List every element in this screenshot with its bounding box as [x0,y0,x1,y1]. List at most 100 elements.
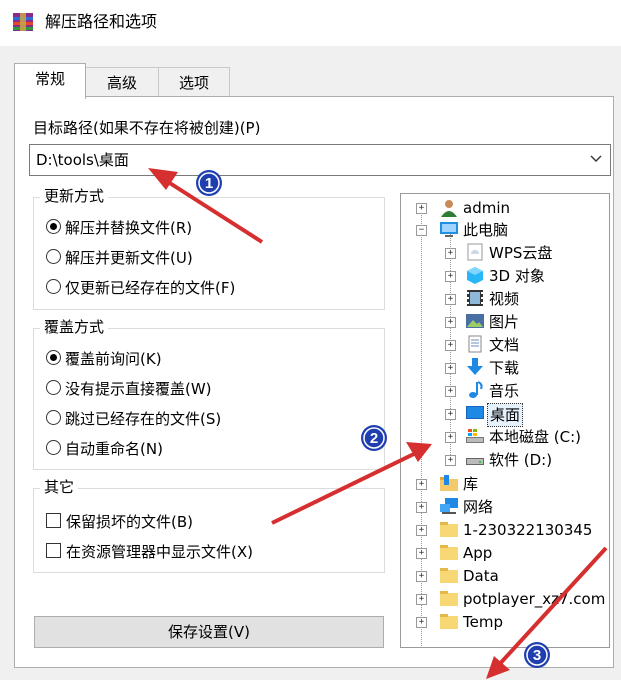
expand-icon[interactable]: + [416,594,427,605]
expand-icon[interactable]: + [445,363,456,374]
tree-item-3d-objects[interactable]: + 3D 对象 [401,265,609,287]
expand-icon[interactable]: + [416,571,427,582]
tree-item-pictures[interactable]: + 图片 [401,311,609,333]
title-bar: 解压路径和选项 [0,0,621,46]
tree-item-local-disk-c[interactable]: + 本地磁盘 (C:) [401,426,609,448]
radio-button[interactable] [46,219,61,234]
folder-icon [440,522,458,537]
update-method-group: 更新方式 解压并替换文件(R) 解压并更新文件(U) 仅更新已经存在的文件(F) [33,186,385,310]
checkbox[interactable] [46,543,61,558]
tree-item-admin[interactable]: + admin [401,197,609,219]
expand-icon[interactable]: + [445,455,456,466]
radio-extract-update[interactable]: 解压并更新文件(U) [46,247,193,269]
system-drive-icon [466,429,484,443]
tree-item-documents[interactable]: + 文档 [401,334,609,356]
tree-item-network[interactable]: + 网络 [401,496,609,518]
expand-icon[interactable]: + [445,340,456,351]
desktop-icon [466,406,484,419]
other-group: 其它 保留损坏的文件(B) 在资源管理器中显示文件(X) [33,477,385,573]
tree-item-folder[interactable]: + 1-230322130345 [401,519,609,541]
option-label: 保留损坏的文件(B) [66,513,193,531]
expand-icon[interactable]: + [445,432,456,443]
expand-icon[interactable]: + [416,203,427,214]
option-label: 在资源管理器中显示文件(X) [66,543,253,561]
expand-icon[interactable]: + [416,502,427,513]
music-icon [469,381,483,398]
folder-tree[interactable]: + admin − 此电脑 + WPS云盘 + 3D 对象 + 视频 + 图片 … [400,193,610,648]
radio-skip-existing[interactable]: 跳过已经存在的文件(S) [46,408,221,430]
library-icon [440,475,458,491]
option-label: 解压并更新文件(U) [65,249,193,267]
tree-item-folder[interactable]: + App [401,542,609,564]
expand-icon[interactable]: + [416,617,427,628]
expand-icon[interactable]: + [445,294,456,305]
radio-button[interactable] [46,249,61,264]
folder-icon [440,545,458,560]
option-label: 覆盖前询问(K) [65,350,162,368]
checkbox[interactable] [46,513,61,528]
radio-button[interactable] [46,279,61,294]
3d-objects-icon [467,267,483,284]
tree-item-music[interactable]: + 音乐 [401,380,609,402]
download-icon [467,358,483,375]
checkbox-show-in-explorer[interactable]: 在资源管理器中显示文件(X) [46,541,253,563]
expand-icon[interactable]: + [445,386,456,397]
tree-item-folder[interactable]: + Temp [401,611,609,633]
option-label: 仅更新已经存在的文件(F) [65,279,236,297]
radio-button[interactable] [46,440,61,455]
radio-overwrite-no-prompt[interactable]: 没有提示直接覆盖(W) [46,378,212,400]
tree-item-folder[interactable]: + Data [401,565,609,587]
option-label: 解压并替换文件(R) [65,219,193,237]
destination-label: 目标路径(如果不存在将被创建)(P) [33,119,261,137]
expand-icon[interactable]: + [445,271,456,282]
tree-item-videos[interactable]: + 视频 [401,288,609,310]
user-icon [441,200,457,217]
video-icon [467,290,483,306]
tab-advanced[interactable]: 高级 [85,67,159,98]
tab-general[interactable]: 常规 [14,63,86,99]
tab-options[interactable]: 选项 [158,67,230,98]
destination-path-value[interactable]: D:\tools\桌面 [36,150,129,170]
option-label: 自动重命名(N) [65,440,163,458]
radio-ask-before-overwrite[interactable]: 覆盖前询问(K) [46,348,162,370]
update-method-title: 更新方式 [40,186,109,206]
computer-icon [440,222,458,237]
expand-icon[interactable]: + [416,525,427,536]
radio-extract-replace[interactable]: 解压并替换文件(R) [46,217,192,239]
expand-icon[interactable]: + [416,479,427,490]
documents-icon [468,335,482,353]
tree-item-software-d[interactable]: + 软件 (D:) [401,449,609,471]
radio-button[interactable] [46,410,61,425]
save-settings-button[interactable]: 保存设置(V) [34,616,384,648]
tree-item-desktop[interactable]: + 桌面 [401,403,609,427]
tree-item-libraries[interactable]: + 库 [401,473,609,495]
radio-button[interactable] [46,380,61,395]
expand-icon[interactable]: + [416,548,427,559]
overwrite-method-group: 覆盖方式 覆盖前询问(K) 没有提示直接覆盖(W) 跳过已经存在的文件(S) 自… [33,317,385,470]
window-title: 解压路径和选项 [45,12,158,31]
chevron-down-icon[interactable] [590,154,602,164]
selected-tree-label: 桌面 [487,403,524,427]
cloud-drive-icon [467,243,483,261]
folder-icon [440,591,458,606]
pictures-icon [466,314,484,328]
network-icon [440,498,458,514]
tree-item-downloads[interactable]: + 下载 [401,357,609,379]
tree-item-folder[interactable]: + potplayer_xz7.com [401,588,609,610]
folder-icon [440,614,458,629]
overwrite-method-title: 覆盖方式 [40,317,109,337]
radio-auto-rename[interactable]: 自动重命名(N) [46,438,163,460]
expand-icon[interactable]: + [445,317,456,328]
expand-icon[interactable]: + [445,409,456,420]
folder-icon [440,568,458,583]
checkbox-keep-broken-files[interactable]: 保留损坏的文件(B) [46,511,193,533]
expand-icon[interactable]: + [445,248,456,259]
tree-item-wps-cloud[interactable]: + WPS云盘 [401,242,609,264]
radio-button[interactable] [46,350,61,365]
tree-item-this-pc[interactable]: − 此电脑 [401,219,609,241]
radio-update-existing[interactable]: 仅更新已经存在的文件(F) [46,277,235,299]
option-label: 跳过已经存在的文件(S) [65,410,222,428]
destination-path-combo[interactable]: D:\tools\桌面 [29,144,611,176]
winrar-icon [13,13,33,31]
collapse-icon[interactable]: − [416,225,427,236]
